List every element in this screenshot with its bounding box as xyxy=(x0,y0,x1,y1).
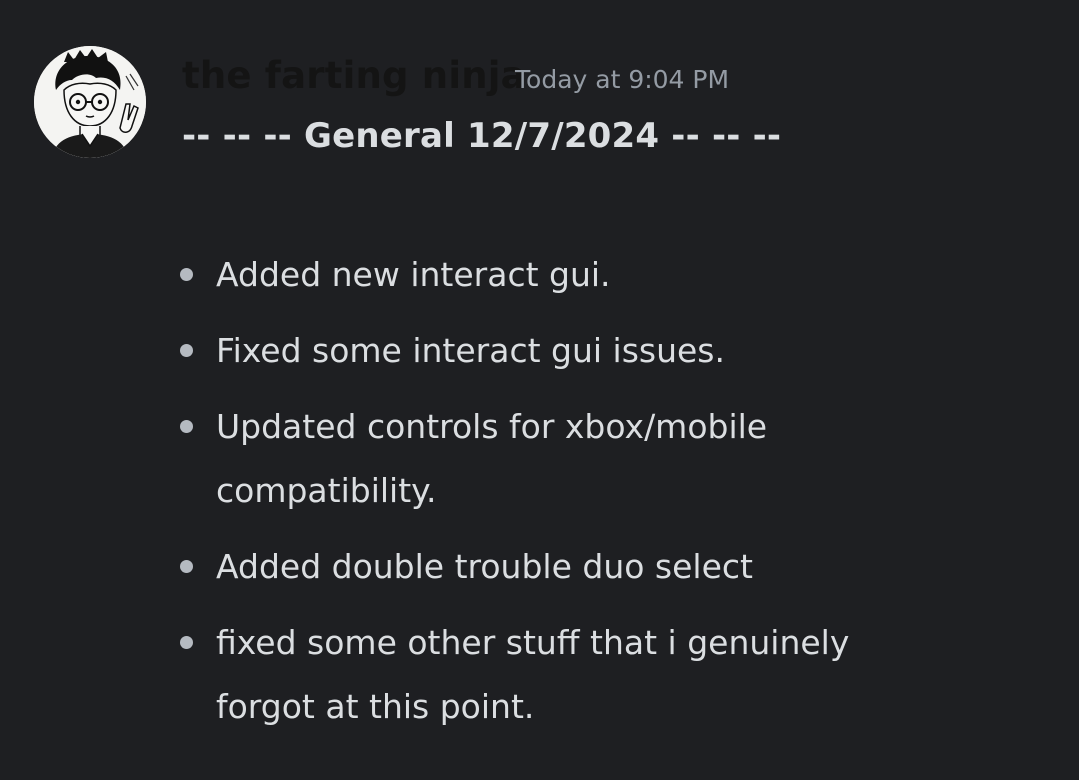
chat-message: the farting ninja Today at 9:04 PM -- --… xyxy=(0,0,1079,780)
changelog-list: Added new interact gui. Fixed some inter… xyxy=(176,243,1006,751)
bullet-icon xyxy=(180,560,193,573)
list-item: fixed some other stuff that i genuinely … xyxy=(176,611,1006,739)
bullet-icon xyxy=(180,268,193,281)
bullet-icon xyxy=(180,420,193,433)
list-item-text: Added new interact gui. xyxy=(216,255,611,294)
list-item-text: Updated controls for xbox/mobile compati… xyxy=(216,407,768,510)
list-item-text: Added double trouble duo select xyxy=(216,547,753,586)
list-item-text: fixed some other stuff that i genuinely … xyxy=(216,623,850,726)
avatar-icon xyxy=(34,46,146,158)
list-item-text: Fixed some interact gui issues. xyxy=(216,331,725,370)
list-item: Added double trouble duo select xyxy=(176,535,1006,599)
list-item: Fixed some interact gui issues. xyxy=(176,319,1006,383)
author-name[interactable]: the farting ninja xyxy=(182,50,526,102)
message-timestamp[interactable]: Today at 9:04 PM xyxy=(515,60,729,100)
bullet-icon xyxy=(180,636,193,649)
avatar[interactable] xyxy=(34,46,146,158)
list-item: Added new interact gui. xyxy=(176,243,1006,307)
list-item: Updated controls for xbox/mobile compati… xyxy=(176,395,1006,523)
message-heading: -- -- -- General 12/7/2024 -- -- -- xyxy=(182,116,782,156)
bullet-icon xyxy=(180,344,193,357)
